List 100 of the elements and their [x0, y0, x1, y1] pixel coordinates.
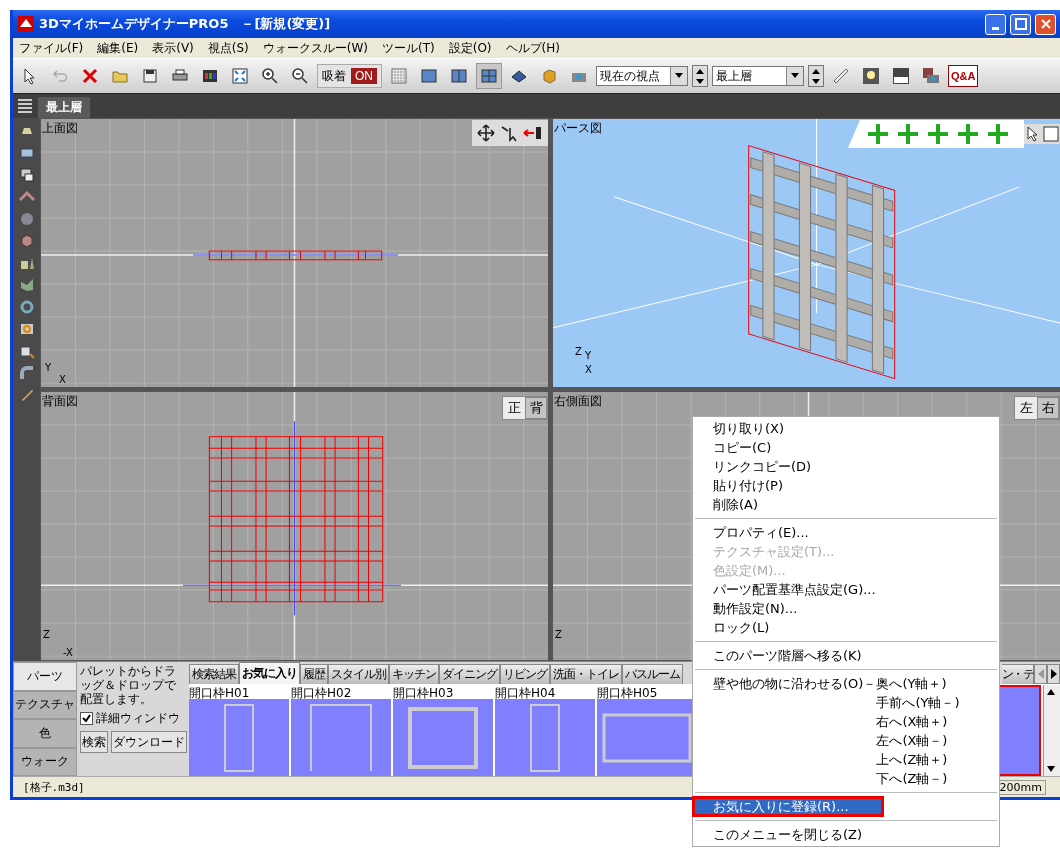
palette-tab[interactable]: キッチン — [389, 664, 439, 684]
menu-item[interactable]: ウォークスルー(W) — [262, 39, 368, 57]
help-button[interactable]: Q&A — [948, 65, 979, 87]
zoom-out-icon — [291, 67, 309, 85]
menu-item[interactable]: ツール(T) — [382, 39, 435, 57]
close-button[interactable] — [1035, 13, 1056, 35]
view-side-button[interactable]: 正 — [503, 397, 525, 419]
checkbox-label: 詳細ウィンドウ — [96, 710, 180, 727]
down-arrow-icon — [812, 78, 820, 84]
opening-frame-icon — [602, 712, 692, 763]
palette-tab[interactable]: リビング — [500, 664, 550, 684]
context-menu-item[interactable]: このパーツ階層へ移る(K) — [693, 646, 999, 665]
part-thumbnail[interactable] — [189, 699, 289, 776]
palette-tab[interactable]: お気に入り — [239, 662, 300, 684]
axis-label: -X — [63, 647, 73, 658]
pointer-icon[interactable] — [1024, 124, 1042, 144]
four-view-button[interactable] — [476, 63, 502, 89]
scroll-right-button[interactable] — [1047, 664, 1060, 684]
pipe-icon[interactable] — [17, 364, 36, 382]
palette-tab[interactable]: ダイニング — [439, 664, 500, 684]
floor-dropdown[interactable]: 最上層 — [712, 66, 804, 86]
context-menu-option[interactable]: 左へ(X軸－) — [876, 731, 960, 750]
context-menu-item[interactable]: 壁や他の物に沿わせる(O)－ — [713, 674, 877, 693]
snap-state: ON — [351, 68, 377, 84]
context-menu-option[interactable]: 手前へ(Y軸－) — [876, 693, 960, 712]
palette-tab[interactable]: バスルーム — [622, 664, 683, 684]
window-title: 3DマイホームデザイナーPRO5 －[新規(変更)] — [39, 15, 332, 33]
menu-item[interactable]: 視点(S) — [207, 39, 249, 57]
palette-tab[interactable]: スタイル別 — [328, 664, 389, 684]
layer-tab[interactable]: 最上層 — [38, 97, 90, 118]
palette-side-tab[interactable]: ウォーク — [13, 747, 77, 776]
palette-tab[interactable]: 履歴 — [300, 664, 328, 684]
context-menu-option[interactable]: 下へ(Z軸－) — [876, 769, 960, 788]
palette-tab[interactable]: ン・テ — [1001, 664, 1034, 684]
palette-button[interactable]: ダウンロード — [111, 731, 187, 753]
menu-icon[interactable] — [16, 97, 34, 115]
up-arrow-icon — [812, 68, 820, 74]
checkbox[interactable] — [80, 712, 93, 725]
view-tools-icon[interactable] — [472, 120, 548, 146]
context-menu-option[interactable]: 上へ(Z軸＋) — [876, 750, 960, 769]
delete-icon — [81, 67, 99, 85]
snap-toggle[interactable]: 吸着 ON — [317, 64, 382, 88]
part-label: 開口枠H03 — [393, 685, 455, 699]
context-menu-option[interactable]: 奥へ(Y軸＋) — [876, 674, 960, 693]
window-icon[interactable] — [17, 166, 36, 184]
status-file: [格子.m3d] — [23, 779, 85, 795]
context-menu-item[interactable]: 動作設定(N)... — [693, 599, 999, 618]
minimize-button[interactable] — [985, 13, 1006, 35]
ruler-icon — [832, 67, 850, 85]
part-label: 開口枠H02 — [291, 685, 353, 699]
part-thumbnail[interactable] — [495, 699, 595, 776]
view-side-button[interactable]: 右 — [1037, 397, 1059, 419]
context-menu-option[interactable]: 右へ(X軸＋) — [876, 712, 960, 731]
scrollbar[interactable] — [1043, 685, 1060, 776]
menu-item[interactable]: 表示(V) — [152, 39, 194, 57]
dropdown-arrow-icon — [791, 73, 799, 79]
context-menu-item[interactable]: 削除(A) — [693, 495, 999, 514]
spin-button[interactable] — [808, 65, 824, 87]
context-menu-item[interactable]: パーツ配置基準点設定(G)... — [693, 580, 999, 599]
axis-label: Z — [575, 346, 582, 357]
menu-item[interactable]: 編集(E) — [97, 39, 139, 57]
image-icon — [201, 67, 219, 85]
undo-icon — [51, 67, 69, 85]
axis-label: Z — [43, 629, 50, 640]
snap-label: 吸着 — [322, 67, 346, 85]
view-title: パース図 — [554, 120, 602, 137]
two-view-icon — [450, 67, 468, 85]
down-arrow-icon — [696, 78, 704, 84]
context-menu-item[interactable]: 貼り付け(P) — [693, 476, 999, 495]
context-menu-item[interactable]: コピー(C) — [693, 438, 999, 457]
fit-view-icon — [231, 67, 249, 85]
view-side-button[interactable]: 背 — [525, 397, 547, 419]
menu-item[interactable]: 設定(O) — [448, 39, 492, 57]
menu-item[interactable]: ファイル(F) — [19, 39, 84, 57]
opening-frame-icon — [224, 703, 254, 772]
view-side-button[interactable]: 左 — [1015, 397, 1037, 419]
palette-tab[interactable]: 検索結果 — [189, 664, 239, 684]
palette-side-tab[interactable]: 色 — [13, 719, 77, 748]
context-menu-item[interactable]: リンクコピー(D) — [693, 457, 999, 476]
axis-label: X — [59, 374, 66, 385]
context-menu-item[interactable]: 切り取り(X) — [693, 419, 999, 438]
palette-side-tab[interactable]: テクスチャ — [13, 690, 77, 719]
spin-button[interactable] — [692, 65, 708, 87]
palette-side-tab[interactable]: パーツ — [13, 662, 77, 691]
palette-hint: パレットからドラッグ＆ドロップで配置します。 — [80, 664, 177, 706]
context-menu-item[interactable]: プロパティ(E)... — [693, 523, 999, 542]
lamp-icon — [862, 67, 880, 85]
fit-view-icon[interactable] — [1042, 124, 1060, 144]
part-thumbnail[interactable] — [393, 699, 493, 776]
menu-item[interactable]: ヘルプ(H) — [505, 39, 560, 57]
context-menu-item[interactable]: お気に入りに登録(R)... — [693, 797, 883, 816]
part-thumbnail[interactable] — [291, 699, 391, 776]
palette-button[interactable]: 検索 — [80, 731, 108, 753]
viewpoint-dropdown[interactable]: 現在の視点 — [596, 66, 688, 86]
maximize-icon — [1014, 18, 1027, 30]
palette-tab[interactable]: 洗面・トイレ — [550, 664, 622, 684]
context-menu-item[interactable]: このメニューを閉じる(Z) — [693, 825, 999, 844]
maximize-button[interactable] — [1010, 13, 1031, 35]
context-menu-item[interactable]: ロック(L) — [693, 618, 999, 637]
axis-label: Y — [45, 362, 52, 373]
